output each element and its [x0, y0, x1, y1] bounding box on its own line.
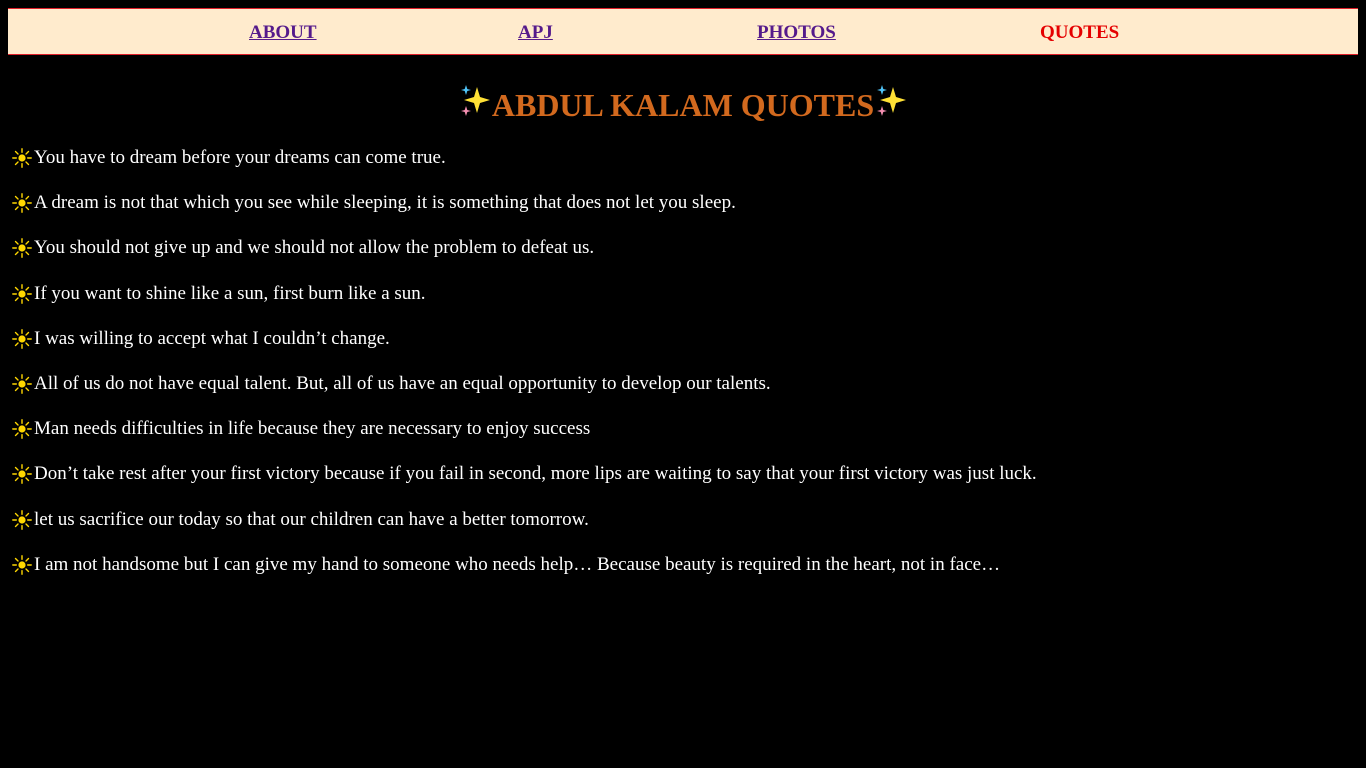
sun-icon [12, 238, 32, 259]
nav-link-apj[interactable]: APJ [518, 22, 553, 44]
quote-item: If you want to shine like a sun, first b… [12, 281, 1037, 326]
quote-item: A dream is not that which you see while … [12, 190, 1037, 235]
quote-item: You should not give up and we should not… [12, 235, 1037, 280]
quote-text: I was willing to accept what I couldn’t … [34, 327, 390, 349]
quote-text: Don’t take rest after your first victory… [34, 463, 1037, 485]
sun-icon [12, 464, 32, 485]
quote-text: You should not give up and we should not… [34, 237, 595, 259]
nav-link-quotes[interactable]: QUOTES [1040, 22, 1119, 44]
sun-icon [12, 328, 32, 349]
quote-item: I was willing to accept what I couldn’t … [12, 326, 1037, 371]
quote-text: A dream is not that which you see while … [34, 192, 736, 214]
sparkles-icon [460, 85, 490, 116]
quote-item: Don’t take rest after your first victory… [12, 461, 1037, 506]
top-navbar: ABOUT APJ PHOTOS QUOTES [8, 8, 1358, 55]
quote-item: You have to dream before your dreams can… [12, 145, 1037, 190]
quote-text: You have to dream before your dreams can… [34, 147, 446, 168]
quote-item: I am not handsome but I can give my hand… [12, 552, 1037, 597]
sun-icon [12, 509, 32, 530]
quote-text: Man needs difficulties in life because t… [34, 418, 591, 440]
sun-icon [12, 148, 32, 168]
quote-item: let us sacrifice our today so that our c… [12, 507, 1037, 552]
sparkles-icon [877, 85, 907, 116]
sun-icon [12, 419, 32, 440]
nav-link-photos[interactable]: PHOTOS [757, 22, 836, 44]
quote-text: All of us do not have equal talent. But,… [34, 372, 771, 394]
page-title-heading: ABDUL KALAM QUOTES [0, 84, 1366, 124]
quote-item: Man needs difficulties in life because t… [12, 416, 1037, 461]
sun-icon [12, 374, 32, 394]
sun-icon [12, 283, 32, 304]
quote-list: You have to dream before your dreams can… [12, 145, 1037, 597]
quote-text: If you want to shine like a sun, first b… [34, 282, 426, 304]
nav-link-about[interactable]: ABOUT [249, 22, 317, 44]
page-title: ABDUL KALAM QUOTES [491, 87, 875, 123]
quote-item: All of us do not have equal talent. But,… [12, 371, 1037, 416]
sun-icon [12, 193, 32, 214]
quote-text: I am not handsome but I can give my hand… [34, 553, 1001, 575]
sun-icon [12, 554, 32, 575]
quote-text: let us sacrifice our today so that our c… [34, 508, 589, 530]
